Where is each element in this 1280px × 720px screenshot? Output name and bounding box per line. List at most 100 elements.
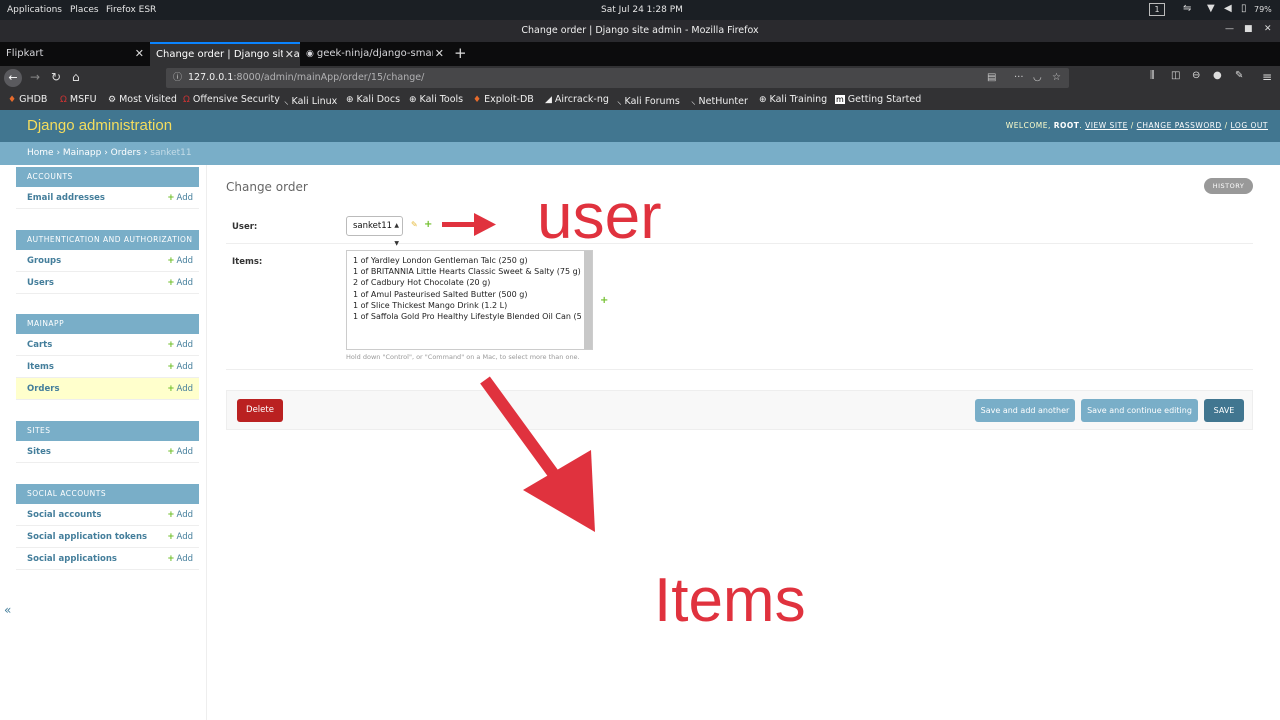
maximize-icon[interactable]: ■	[1244, 24, 1253, 34]
module-caption[interactable]: ACCOUNTS	[16, 167, 199, 187]
edit-extension-icon[interactable]: ✎	[1235, 70, 1243, 81]
site-info-icon[interactable]: ⓘ	[173, 68, 182, 88]
add-link[interactable]: + Add	[167, 441, 193, 463]
bookmark-kali-forums[interactable]: ⸜ Kali Forums	[617, 94, 680, 107]
pencil-icon[interactable]: ✎	[411, 220, 418, 229]
reader-view-icon[interactable]: ▤	[987, 68, 996, 88]
items-multiselect[interactable]: 1 of Yardley London Gentleman Talc (250 …	[346, 250, 593, 350]
bookmark-aircrack-ng[interactable]: ◢ Aircrack-ng	[545, 94, 609, 105]
add-link[interactable]: + Add	[167, 250, 193, 272]
list-item[interactable]: 1 of Saffola Gold Pro Healthy Lifestyle …	[353, 311, 592, 322]
sidebar-item-email-addresses[interactable]: Email addresses + Add	[16, 187, 199, 209]
save-add-another-button[interactable]: Save and add another	[975, 399, 1075, 422]
close-window-icon[interactable]: ✕	[1264, 24, 1272, 34]
bookmark-exploit-db[interactable]: ♦ Exploit-DB	[473, 94, 534, 105]
save-button[interactable]: SAVE	[1204, 399, 1244, 422]
sidebar-item-label[interactable]: Carts	[27, 340, 52, 350]
applications-menu[interactable]: Applications	[7, 5, 62, 15]
sync-icon[interactable]: ⊖	[1192, 70, 1200, 81]
breadcrumb-app[interactable]: Mainapp	[63, 148, 101, 158]
minimize-icon[interactable]: —	[1225, 24, 1234, 34]
page-actions-icon[interactable]: ···	[1014, 68, 1024, 88]
change-password-link[interactable]: CHANGE PASSWORD	[1137, 121, 1222, 130]
close-tab-icon[interactable]: ✕	[432, 42, 444, 66]
sidebar-item-label[interactable]: Sites	[27, 447, 51, 457]
battery-icon[interactable]: ▯	[1241, 3, 1247, 14]
sidebar-item-label[interactable]: Items	[27, 362, 54, 372]
firefox-menu[interactable]: Firefox ESR	[106, 5, 156, 15]
add-link[interactable]: + Add	[167, 334, 193, 356]
add-link[interactable]: + Add	[167, 356, 193, 378]
forward-icon[interactable]: →	[30, 70, 40, 84]
bookmark-most-visited[interactable]: ⚙ Most Visited	[108, 94, 177, 105]
url-bar[interactable]: ⓘ 127.0.0.1:8000/admin/mainApp/order/15/…	[166, 68, 1069, 88]
scrollbar[interactable]	[584, 251, 592, 349]
list-item[interactable]: 1 of Yardley London Gentleman Talc (250 …	[353, 255, 592, 266]
delete-button[interactable]: Delete	[237, 399, 283, 422]
home-icon[interactable]: ⌂	[72, 70, 80, 84]
module-caption[interactable]: SOCIAL ACCOUNTS	[16, 484, 199, 504]
bookmark-kali-linux[interactable]: ⸜ Kali Linux	[284, 94, 337, 107]
close-tab-icon[interactable]: ✕	[135, 42, 144, 66]
history-button[interactable]: HISTORY	[1204, 178, 1253, 194]
sidebar-item-label[interactable]: Social application tokens	[27, 532, 147, 542]
sidebar-item-orders[interactable]: Orders + Add	[16, 378, 199, 400]
sidebar-item-social-applications[interactable]: Social applications + Add	[16, 548, 199, 570]
places-menu[interactable]: Places	[70, 5, 99, 15]
tab-change-order[interactable]: Change order | Django site ad ✕	[150, 42, 300, 66]
sidebar-item-label[interactable]: Groups	[27, 256, 61, 266]
sidebar-item-label[interactable]: Email addresses	[27, 193, 105, 203]
sidebar-item-label[interactable]: Social accounts	[27, 510, 101, 520]
add-item-icon[interactable]: +	[600, 295, 608, 306]
bookmark-kali-docs[interactable]: ⊕ Kali Docs	[346, 94, 400, 105]
bookmark-kali-training[interactable]: ⊕ Kali Training	[759, 94, 827, 105]
library-icon[interactable]: ⫼	[1150, 70, 1155, 81]
bookmark-nethunter[interactable]: ⸜ NetHunter	[691, 94, 748, 107]
add-link[interactable]: + Add	[167, 504, 193, 526]
add-link[interactable]: + Add	[167, 526, 193, 548]
back-icon[interactable]: ←	[4, 69, 22, 87]
add-link[interactable]: + Add	[167, 378, 193, 400]
new-tab-icon[interactable]: +	[454, 44, 467, 62]
sidebar-item-groups[interactable]: Groups + Add	[16, 250, 199, 272]
sidebar-item-label[interactable]: Social applications	[27, 554, 117, 564]
module-caption[interactable]: SITES	[16, 421, 199, 441]
user-select[interactable]: sanket11 ▲ ▼	[346, 216, 403, 247]
sidebar-item-social-accounts[interactable]: Social accounts + Add	[16, 504, 199, 526]
add-link[interactable]: + Add	[167, 187, 193, 209]
breadcrumb-model[interactable]: Orders	[111, 148, 141, 158]
tab-github[interactable]: ◉ geek-ninja/django-smar ✕	[300, 42, 450, 66]
sidebar-item-users[interactable]: Users + Add	[16, 272, 199, 294]
extension-icon[interactable]: ●	[1213, 70, 1222, 81]
list-item[interactable]: 1 of BRITANNIA Little Hearts Classic Swe…	[353, 266, 592, 277]
site-brand[interactable]: Django administration	[27, 117, 172, 134]
bookmark-star-icon[interactable]: ☆	[1052, 68, 1061, 88]
hamburger-menu-icon[interactable]: ≡	[1262, 70, 1272, 84]
list-item[interactable]: 1 of Amul Pasteurised Salted Butter (500…	[353, 289, 592, 300]
view-site-link[interactable]: VIEW SITE	[1085, 121, 1128, 130]
bookmark-ghdb[interactable]: ♦ GHDB	[8, 94, 47, 105]
network-icon[interactable]: ⇋	[1183, 3, 1191, 14]
save-continue-button[interactable]: Save and continue editing	[1081, 399, 1198, 422]
list-item[interactable]: 2 of Cadbury Hot Chocolate (20 g)	[353, 277, 592, 288]
module-caption[interactable]: MAINAPP	[16, 314, 199, 334]
sidebar-item-carts[interactable]: Carts + Add	[16, 334, 199, 356]
workspace-indicator[interactable]: 1	[1149, 3, 1165, 16]
reload-icon[interactable]: ↻	[51, 70, 61, 84]
add-link[interactable]: + Add	[167, 548, 193, 570]
sidebar-item-social-application-tokens[interactable]: Social application tokens + Add	[16, 526, 199, 548]
wifi-icon[interactable]: ▼	[1207, 3, 1215, 14]
clock[interactable]: Sat Jul 24 1:28 PM	[601, 5, 683, 15]
pocket-icon[interactable]: ◡	[1033, 68, 1042, 88]
bookmark-offensive-security[interactable]: Ω Offensive Security	[183, 94, 280, 105]
url-text[interactable]: 127.0.0.1:8000/admin/mainApp/order/15/ch…	[188, 68, 424, 88]
sidebar-item-sites[interactable]: Sites + Add	[16, 441, 199, 463]
bookmark-getting-started[interactable]: m Getting Started	[835, 94, 921, 105]
add-link[interactable]: + Add	[167, 272, 193, 294]
bookmark-msfu[interactable]: Ω MSFU	[60, 94, 97, 105]
sidebar-item-label[interactable]: Orders	[27, 384, 60, 394]
bookmark-kali-tools[interactable]: ⊕ Kali Tools	[409, 94, 463, 105]
sidebar-item-items[interactable]: Items + Add	[16, 356, 199, 378]
close-tab-icon[interactable]: ✕	[282, 44, 294, 65]
tab-flipkart[interactable]: Flipkart ✕	[0, 42, 150, 66]
